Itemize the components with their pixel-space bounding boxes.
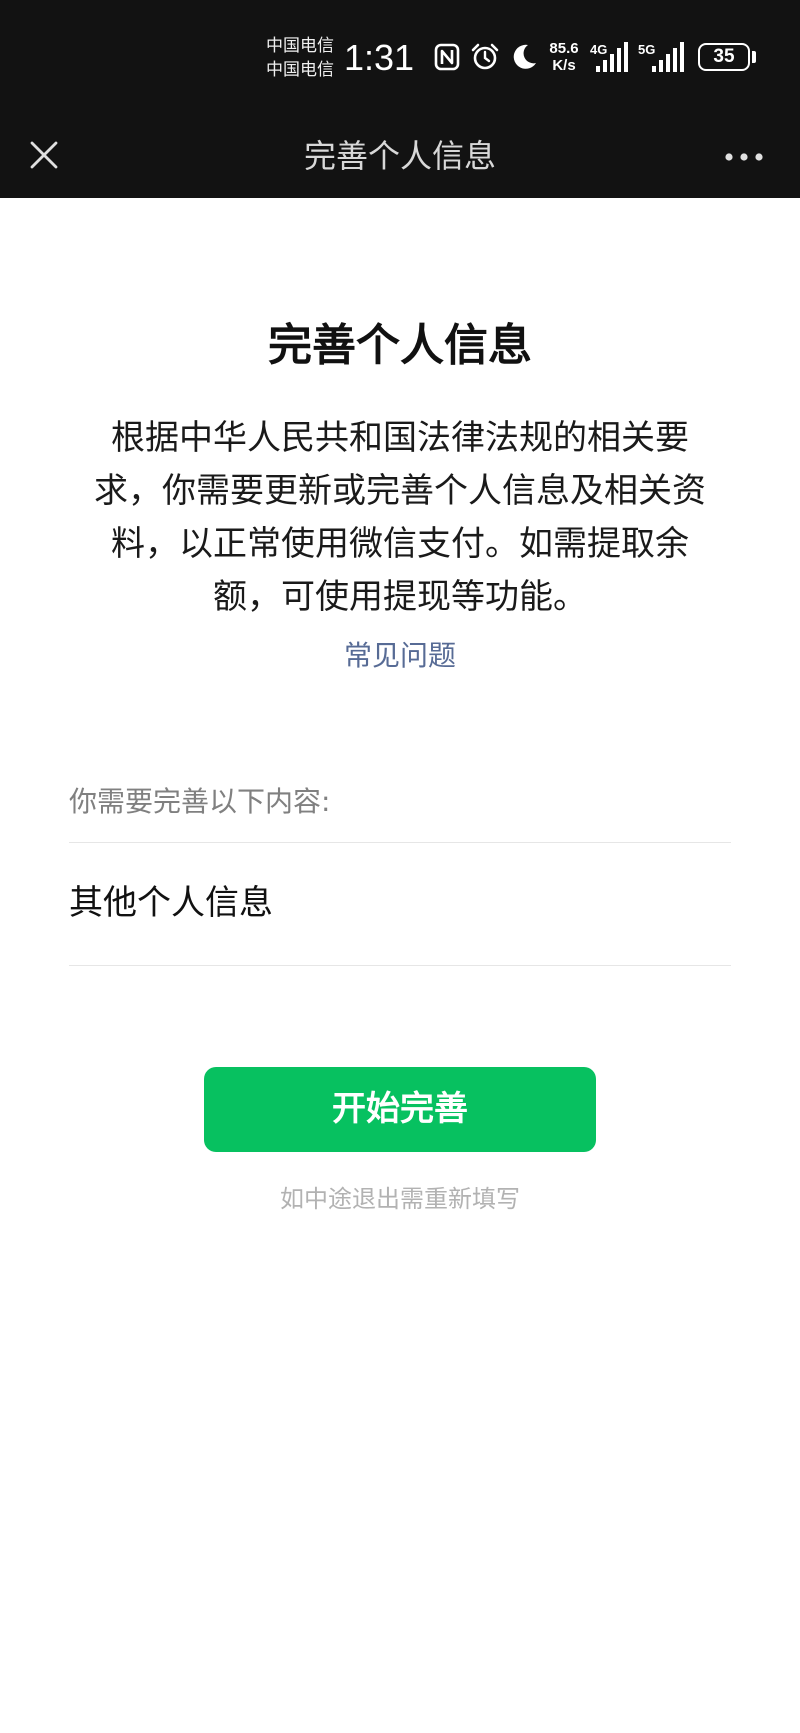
nav-title: 完善个人信息 [303,137,496,175]
exit-hint: 如中途退出需重新填写 [280,1185,520,1213]
description-line: 根据中华人民共和国法律法规的相关要 [111,418,689,458]
section-label: 你需要完善以下内容: [69,785,331,818]
close-icon [30,141,58,169]
divider [69,965,731,966]
description-line: 额，可使用提现等功能。 [213,577,587,617]
carrier-1: 中国电信 [266,36,334,56]
carrier-2: 中国电信 [266,60,334,80]
more-button[interactable] [716,129,772,185]
signal-bars-icon [596,42,628,72]
status-bar: 中国电信 中国电信 1:31 85.6 K/s 4G 5G 35 [0,0,800,115]
description-line: 料，以正常使用微信支付。如需提取余 [111,524,689,564]
nfc-icon [434,43,460,71]
faq-link[interactable]: 常见问题 [0,634,800,678]
network-speed-unit: K/s [552,57,576,74]
more-dots-icon [725,153,763,161]
page-title: 完善个人信息 [268,320,532,371]
signal-4g: 4G [590,40,630,74]
alarm-icon [471,43,499,70]
description-line: 求，你需要更新或完善个人信息及相关资 [94,471,706,511]
carrier-info: 中国电信 中国电信 [266,34,334,82]
list-item-other-personal-info: 其他个人信息 [69,883,273,923]
start-button[interactable]: 开始完善 [204,1067,596,1152]
battery-indicator: 35 [698,43,750,71]
clock: 1:31 [344,37,415,78]
network-speed: 85.6 K/s [544,40,584,74]
network-speed-value: 85.6 [549,40,579,57]
description-text: 根据中华人民共和国法律法规的相关要 求，你需要更新或完善个人信息及相关资 料，以… [72,412,728,624]
signal-5g: 5G [638,40,690,74]
signal-bars-icon [652,42,684,72]
battery-tip [752,51,756,63]
divider [69,842,731,843]
moon-icon [513,44,536,69]
close-button[interactable] [16,127,72,183]
nav-bar: 完善个人信息 [0,115,800,198]
